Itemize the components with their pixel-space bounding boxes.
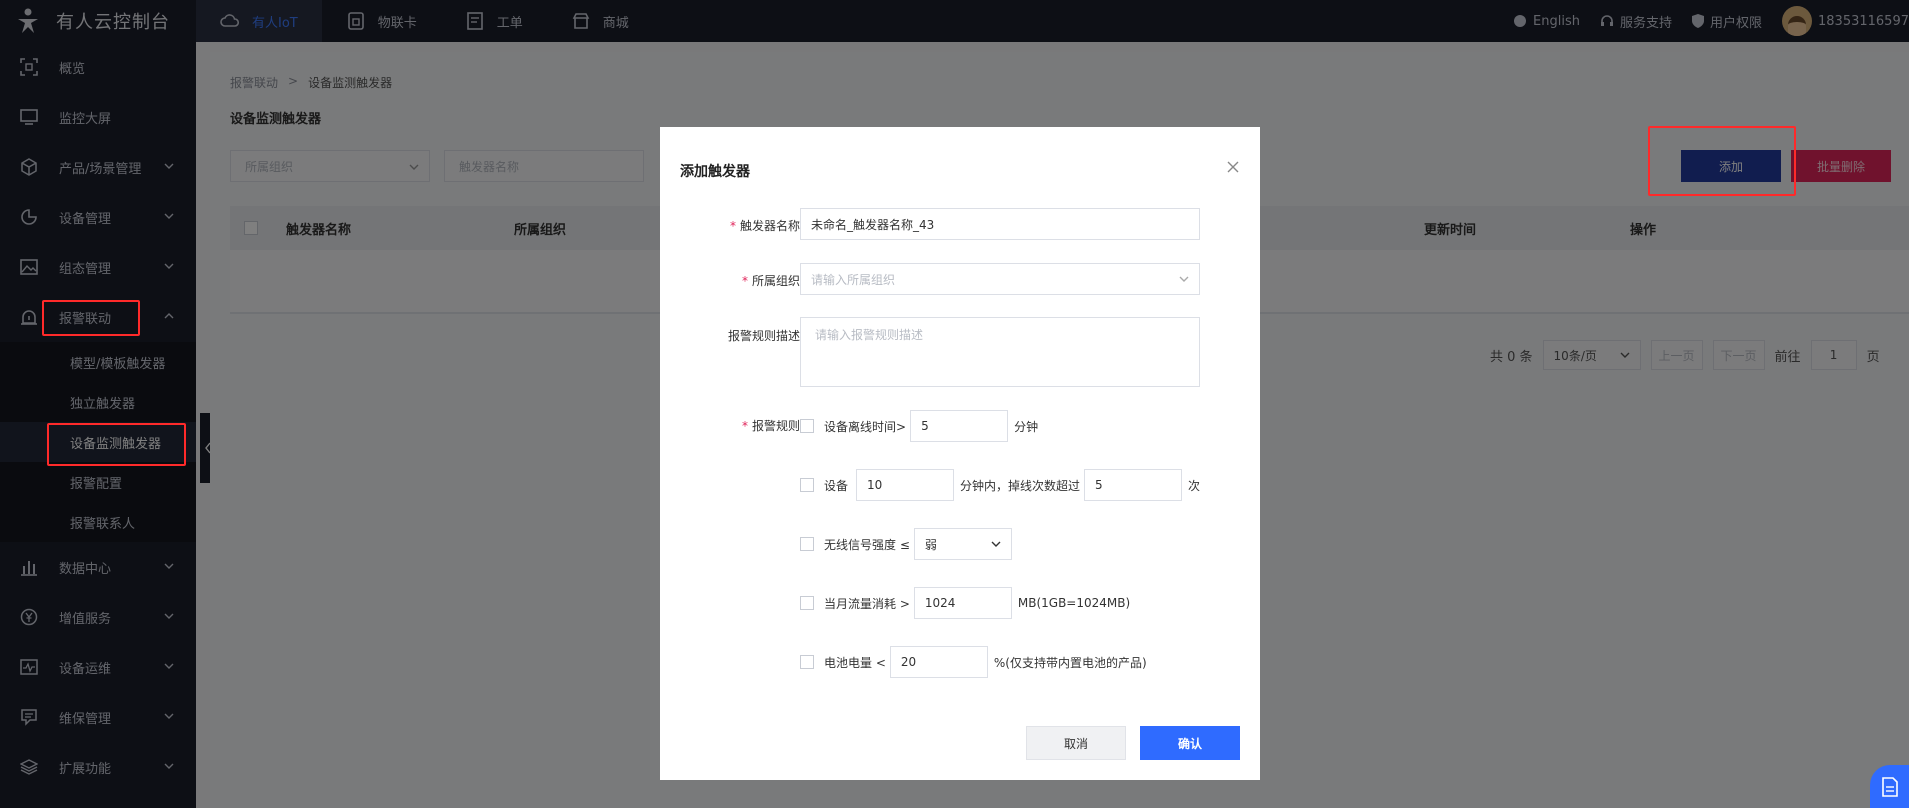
drop-minutes-input[interactable]: 10	[856, 469, 955, 501]
trigger-name-input[interactable]: 未命名_触发器名称_43	[800, 208, 1200, 240]
name-label: * 触发器名称	[729, 219, 800, 233]
org-select[interactable]: 请输入所属组织	[800, 263, 1200, 295]
signal-select[interactable]: 弱	[913, 528, 1012, 560]
desc-label: 报警规则描述	[727, 329, 800, 343]
traffic-unit: MB(1GB=1024MB)	[1017, 596, 1131, 610]
offline-unit: 分钟	[1014, 419, 1039, 434]
drop-unit: 次	[1188, 478, 1201, 493]
rule-offline: 设备离线时间> 5 分钟	[800, 410, 1038, 442]
drop-checkbox[interactable]	[800, 478, 814, 492]
rule-drop: 设备 10 分钟内，掉线次数超过 5 次	[800, 469, 1200, 501]
signal-checkbox[interactable]	[800, 537, 814, 551]
org-label: * 所属组织	[741, 274, 800, 288]
traffic-input[interactable]: 1024	[913, 587, 1012, 619]
org-placeholder: 请输入所属组织	[811, 272, 896, 287]
name-label-text: 触发器名称	[739, 219, 800, 233]
chevron-down-icon	[991, 541, 1001, 547]
battery-unit: %(仅支持带内置电池的产品)	[993, 655, 1147, 670]
battery-input[interactable]: 20	[889, 646, 988, 678]
drop-text-2: 分钟内，掉线次数超过	[960, 478, 1081, 493]
rules-label: * 报警规则	[741, 419, 800, 433]
offline-minutes-input[interactable]: 5	[910, 410, 1009, 442]
signal-value: 弱	[924, 537, 937, 552]
offline-text: 设备离线时间>	[824, 419, 907, 434]
traffic-checkbox[interactable]	[800, 596, 814, 610]
cancel-button[interactable]: 取消	[1026, 726, 1126, 760]
document-icon	[1882, 777, 1898, 797]
rules-label-text: 报警规则	[751, 419, 800, 433]
signal-text: 无线信号强度 ≤	[824, 537, 910, 552]
close-icon[interactable]	[1225, 159, 1241, 175]
battery-text: 电池电量 <	[824, 655, 886, 670]
chevron-down-icon	[1179, 276, 1189, 282]
battery-checkbox[interactable]	[800, 655, 814, 669]
offline-checkbox[interactable]	[800, 419, 814, 433]
drop-count-input[interactable]: 5	[1084, 469, 1183, 501]
rule-battery: 电池电量 < 20 %(仅支持带内置电池的产品)	[800, 646, 1147, 678]
drop-text-1: 设备	[824, 478, 849, 493]
rule-signal: 无线信号强度 ≤ 弱	[800, 528, 1012, 560]
rule-traffic: 当月流量消耗 > 1024 MB(1GB=1024MB)	[800, 587, 1130, 619]
org-label-text: 所属组织	[751, 274, 800, 288]
dialog-title: 添加触发器	[680, 164, 750, 180]
add-trigger-dialog: 添加触发器 * 触发器名称 未命名_触发器名称_43 * 所属组织 请输入所属组织 …	[660, 127, 1260, 780]
confirm-button[interactable]: 确认	[1140, 726, 1240, 760]
floating-doc-button[interactable]	[1870, 765, 1909, 808]
rule-description-textarea[interactable]: 请输入报警规则描述	[800, 317, 1200, 387]
traffic-text: 当月流量消耗 >	[824, 596, 910, 611]
